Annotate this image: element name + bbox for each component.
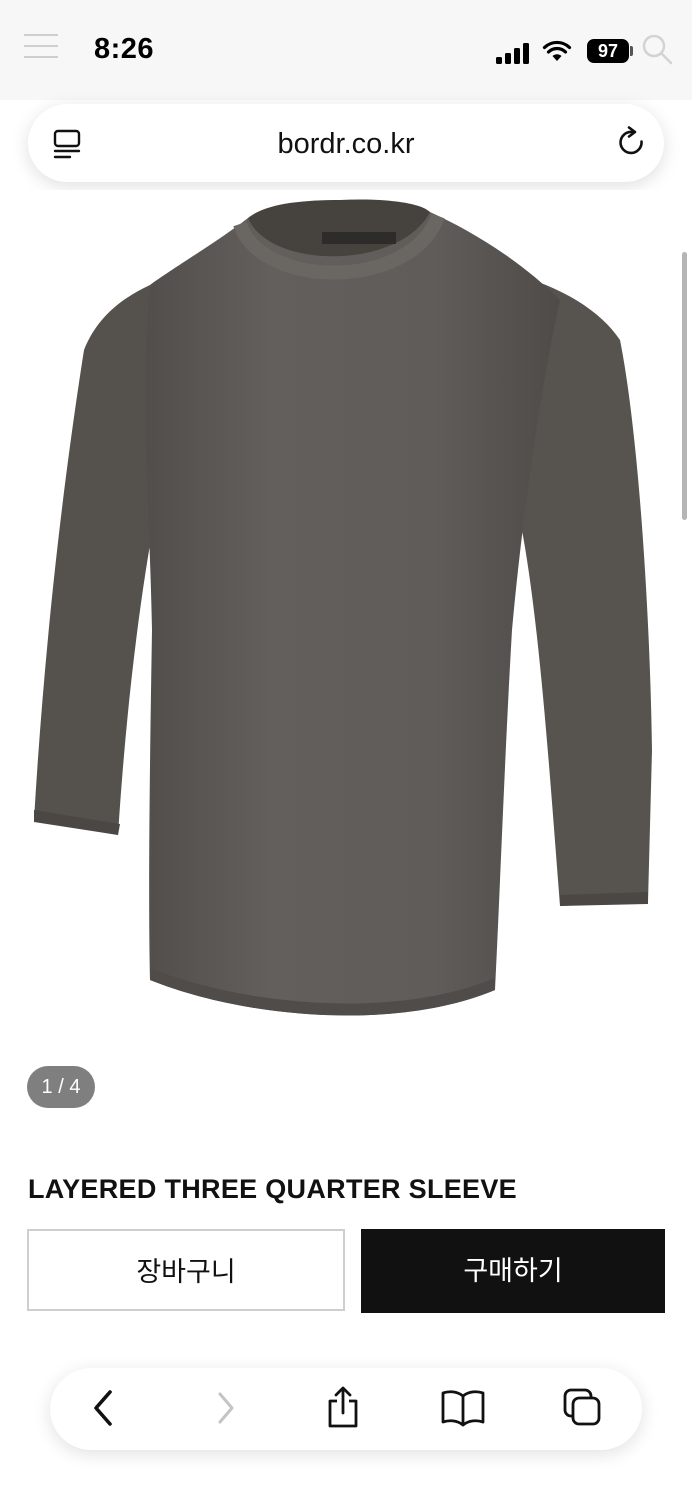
search-icon[interactable] bbox=[640, 32, 674, 66]
product-image[interactable] bbox=[0, 190, 692, 1050]
share-icon[interactable] bbox=[324, 1386, 362, 1430]
wifi-icon bbox=[542, 40, 572, 61]
battery-icon: 97 bbox=[587, 39, 629, 63]
address-bar[interactable]: bordr.co.kr bbox=[28, 104, 664, 182]
tabs-icon[interactable] bbox=[561, 1386, 605, 1430]
url-text[interactable]: bordr.co.kr bbox=[28, 128, 664, 161]
back-icon[interactable] bbox=[88, 1386, 118, 1430]
scroll-indicator[interactable] bbox=[682, 252, 687, 520]
cellular-signal-icon bbox=[496, 42, 532, 64]
forward-icon[interactable] bbox=[212, 1386, 242, 1430]
product-title: LAYERED THREE QUARTER SLEEVE bbox=[28, 1174, 517, 1204]
browser-toolbar bbox=[50, 1368, 642, 1450]
image-counter: 1 / 4 bbox=[27, 1066, 95, 1108]
buy-now-button[interactable]: 구매하기 bbox=[361, 1229, 665, 1313]
add-to-cart-button[interactable]: 장바구니 bbox=[27, 1229, 345, 1311]
status-time: 8:26 bbox=[94, 33, 155, 65]
reload-icon[interactable] bbox=[616, 126, 648, 160]
tshirt-illustration bbox=[34, 199, 652, 1016]
status-bar: 8:26 97 bbox=[0, 0, 692, 100]
menu-icon[interactable] bbox=[24, 34, 58, 58]
battery-cap bbox=[630, 46, 633, 56]
bookmarks-icon[interactable] bbox=[440, 1386, 486, 1430]
